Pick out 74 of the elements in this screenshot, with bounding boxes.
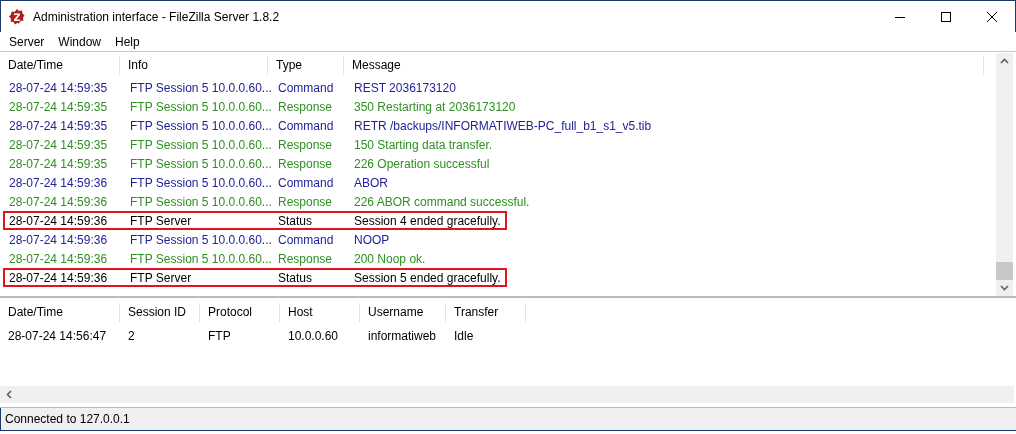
table-cell-text: Response <box>277 99 334 114</box>
maximize-icon <box>941 11 951 22</box>
table-cell-text: 226 Operation successful <box>353 156 490 171</box>
column-header[interactable]: Type <box>268 56 344 75</box>
column-header[interactable]: Date/Time <box>0 303 120 322</box>
table-cell-text: 28-07-24 14:59:36 <box>8 270 109 285</box>
menu-item[interactable]: Server <box>2 34 52 49</box>
table-cell-text: 350 Restarting at 2036173120 <box>353 99 516 114</box>
column-header[interactable]: Transfer <box>446 303 526 322</box>
column-header[interactable]: Message <box>344 56 984 75</box>
horizontal-scrollbar[interactable] <box>0 386 1014 403</box>
table-cell-text: Response <box>277 251 334 266</box>
table-cell-text: FTP <box>207 328 232 343</box>
table-cell-text: 28-07-24 14:56:47 <box>7 328 108 343</box>
table-cell-text: 28-07-24 14:59:36 <box>8 194 109 209</box>
menu-item[interactable]: Help <box>108 34 147 49</box>
table-cell-text: 226 ABOR command successful. <box>353 194 530 209</box>
table-cell-text: Response <box>277 194 334 209</box>
table-cell-text: 28-07-24 14:59:36 <box>8 175 109 190</box>
scroll-down-icon[interactable] <box>1000 285 1009 291</box>
table-cell-text: 28-07-24 14:59:35 <box>8 156 109 171</box>
table-cell-text: NOOP <box>353 232 390 247</box>
table-cell-text: Session 5 ended gracefully. <box>353 270 501 285</box>
table-cell-text: Command <box>277 80 335 95</box>
table-cell-text: Status <box>277 213 314 228</box>
column-header[interactable]: Host <box>280 303 360 322</box>
table-cell-text: FTP Session 5 10.0.0.60... <box>129 156 270 171</box>
table-cell-text: 28-07-24 14:59:35 <box>8 137 109 152</box>
table-cell-text: Idle <box>453 328 475 343</box>
table-cell-text: RETR /backups/INFORMATIWEB-PC_full_b1_s1_v5.tib <box>353 118 652 133</box>
table-cell-text: FTP Session 5 10.0.0.60... <box>129 251 270 266</box>
column-header[interactable]: Date/Time <box>0 56 120 75</box>
table-cell-text: Command <box>277 175 335 190</box>
table-cell-text: 200 Noop ok. <box>353 251 426 266</box>
table-cell-text: REST 2036173120 <box>353 80 456 95</box>
table-cell-text: FTP Session 5 10.0.0.60... <box>129 80 270 95</box>
table-cell-text: FTP Session 5 10.0.0.60... <box>129 137 270 152</box>
table-cell-text: Response <box>277 137 334 152</box>
table-cell-text: 28-07-24 14:59:36 <box>8 251 109 266</box>
table-cell-text: FTP Session 5 10.0.0.60... <box>129 232 270 247</box>
table-cell-text: 28-07-24 14:59:36 <box>8 213 109 228</box>
table-cell-text: 150 Starting data transfer. <box>353 137 493 152</box>
table-cell-text: 28-07-24 14:59:36 <box>8 232 109 247</box>
menu-item[interactable]: Window <box>51 34 109 49</box>
table-cell-text: FTP Server <box>129 213 193 228</box>
table-cell-text: Session 4 ended gracefully. <box>353 213 501 228</box>
table-cell-text: FTP Session 5 10.0.0.60... <box>129 99 270 114</box>
table-cell-text: Command <box>277 232 335 247</box>
table-cell-text: FTP Session 5 10.0.0.60... <box>129 118 270 133</box>
app-logo-icon <box>9 8 25 25</box>
vertical-scrollbar[interactable] <box>996 53 1013 296</box>
window-title: Administration interface - FileZilla Server 1.8.2 <box>33 9 280 24</box>
scroll-up-icon[interactable] <box>1000 58 1009 64</box>
table-cell-text: Response <box>277 156 334 171</box>
scroll-thumb[interactable] <box>996 262 1013 280</box>
table-cell-text: 28-07-24 14:59:35 <box>8 118 109 133</box>
table-cell-text: FTP Session 5 10.0.0.60... <box>129 175 270 190</box>
status-text: Connected to 127.0.0.1 <box>5 412 130 426</box>
table-cell-text: FTP Session 5 10.0.0.60... <box>129 194 270 209</box>
table-cell-text: Status <box>277 270 314 285</box>
table-cell-text: informatiweb <box>367 328 438 343</box>
column-header[interactable]: Session ID <box>120 303 200 322</box>
table-cell-text: FTP Server <box>129 270 193 285</box>
table-cell-text: Command <box>277 118 335 133</box>
column-header[interactable]: Info <box>120 56 268 75</box>
table-cell-text: 28-07-24 14:59:35 <box>8 80 109 95</box>
column-header[interactable]: Username <box>360 303 446 322</box>
scroll-left-icon[interactable] <box>6 390 12 399</box>
close-icon <box>987 11 997 22</box>
table-cell-text: 10.0.0.60 <box>287 328 340 343</box>
column-header[interactable]: Protocol <box>200 303 280 322</box>
table-cell-text: ABOR <box>353 175 388 190</box>
table-cell-text: 28-07-24 14:59:35 <box>8 99 109 114</box>
table-cell-text: 2 <box>127 328 136 343</box>
